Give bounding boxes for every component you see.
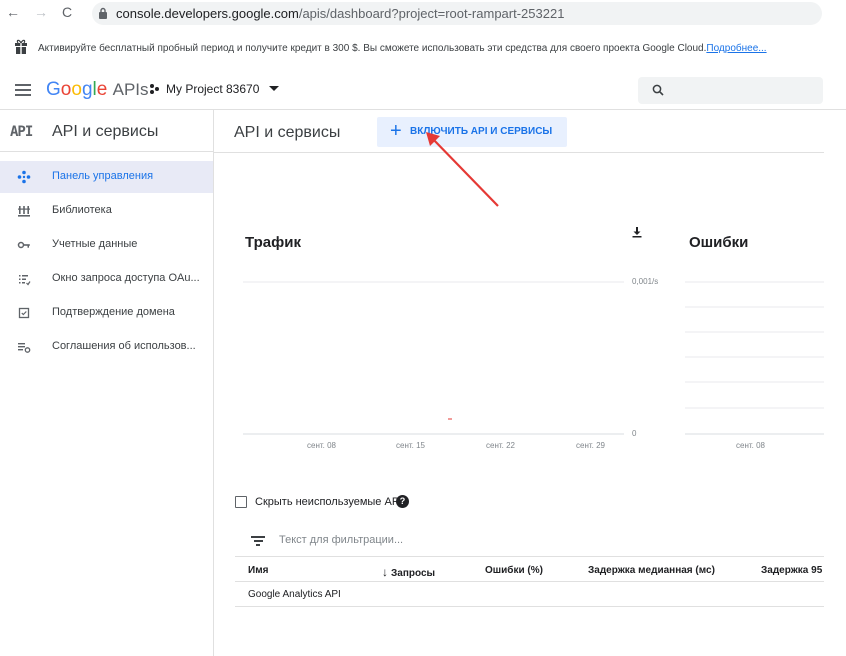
promo-message: Активируйте бесплатный пробный период и … <box>38 43 707 54</box>
app-header: Google APIs My Project 83670 <box>0 70 846 110</box>
sidebar-item-label: Панель управления <box>52 170 154 182</box>
chevron-down-icon <box>268 86 279 91</box>
sidebar-item-credentials[interactable]: Учетные данные <box>0 229 213 261</box>
traffic-x-tick: сент. 29 <box>576 441 606 450</box>
errors-x-tick: сент. 08 <box>736 441 766 450</box>
forward-arrow-icon[interactable]: → <box>32 4 50 20</box>
sidebar-item-label: Подтверждение домена <box>52 306 175 318</box>
filter-input[interactable] <box>279 534 579 546</box>
filter-icon[interactable] <box>251 536 265 546</box>
sidebar-item-label: Окно запроса доступа OAu... <box>52 272 200 284</box>
traffic-y-tick-zero: 0 <box>632 429 637 438</box>
column-header-latency-95[interactable]: Задержка 95 <box>761 565 822 576</box>
settings-list-icon <box>18 343 31 353</box>
gift-icon <box>15 39 27 54</box>
api-badge-icon: API <box>10 124 33 140</box>
sidebar: API API и сервисы Панель управления Библ… <box>0 110 214 656</box>
sidebar-item-label: Соглашения об использов... <box>52 340 196 352</box>
traffic-y-tick-top: 0,001/s <box>632 277 658 286</box>
sidebar-title: API и сервисы <box>52 123 159 140</box>
sidebar-item-domain-verification[interactable]: Подтверждение домена <box>0 297 213 329</box>
column-header-median-latency[interactable]: Задержка медианная (мс) <box>588 565 715 576</box>
promo-learn-more-link[interactable]: Подробнее... <box>706 43 766 54</box>
menu-icon[interactable] <box>15 84 31 96</box>
reload-icon[interactable]: C <box>58 4 76 20</box>
sidebar-item-usage-agreements[interactable]: Соглашения об использов... <box>0 331 213 363</box>
traffic-chart: 0,001/s 0 сент. 08 сент. 15 сент. 22 сен… <box>243 277 658 450</box>
errors-chart: сент. 08 <box>685 281 824 450</box>
api-name-cell[interactable]: Google Analytics API <box>248 589 341 600</box>
url-text: console.developers.google.com/apis/dashb… <box>116 6 564 21</box>
project-name: My Project 83670 <box>166 82 260 96</box>
sidebar-item-library[interactable]: Библиотека <box>0 195 213 227</box>
logo-apis-text: APIs <box>112 80 149 99</box>
search-icon <box>652 84 664 96</box>
project-selector[interactable]: My Project 83670 <box>150 82 279 96</box>
traffic-x-tick: сент. 15 <box>396 441 426 450</box>
key-icon <box>17 241 30 249</box>
arrow-down-icon: ↓ <box>382 565 388 579</box>
sidebar-item-dashboard[interactable]: Панель управления <box>0 161 213 193</box>
divider <box>214 152 824 153</box>
search-input[interactable] <box>638 77 823 104</box>
address-bar[interactable]: console.developers.google.com/apis/dashb… <box>92 2 822 25</box>
consent-icon <box>19 275 31 286</box>
lock-icon <box>99 7 107 19</box>
table-header: Имя ↓ Запросы Ошибки (%) Задержка медианн… <box>235 558 824 582</box>
sidebar-item-label: Библиотека <box>52 204 112 216</box>
table-row[interactable]: Google Analytics API <box>235 583 824 607</box>
traffic-x-tick: сент. 22 <box>486 441 516 450</box>
errors-chart-title: Ошибки <box>689 234 749 251</box>
table-filter-bar <box>235 527 824 557</box>
google-apis-logo[interactable]: Google APIs <box>46 79 149 101</box>
column-header-errors[interactable]: Ошибки (%) <box>485 565 543 576</box>
url-path: /apis/dashboard?project=root-rampart-253… <box>298 6 565 21</box>
hide-unused-label[interactable]: Скрыть неиспользуемые API <box>255 496 402 508</box>
sidebar-header: API API и сервисы <box>0 110 214 152</box>
browser-toolbar: ← → C console.developers.google.com/apis… <box>0 0 846 28</box>
column-header-requests-label: Запросы <box>391 568 436 579</box>
help-icon[interactable]: ? <box>396 495 409 508</box>
page-title: API и сервисы <box>234 124 341 141</box>
download-icon[interactable] <box>631 226 643 238</box>
back-arrow-icon[interactable]: ← <box>4 4 22 20</box>
url-host: console.developers.google.com <box>116 6 299 21</box>
hide-unused-checkbox[interactable] <box>235 496 247 508</box>
dashboard-icon <box>17 170 31 184</box>
column-header-requests[interactable]: ↓ Запросы <box>382 565 435 579</box>
sidebar-item-oauth-consent[interactable]: Окно запроса доступа OAu... <box>0 263 213 295</box>
plus-icon: + <box>390 120 402 142</box>
traffic-x-tick: сент. 08 <box>307 441 337 450</box>
annotation-arrow <box>426 132 499 207</box>
column-header-name[interactable]: Имя <box>248 565 268 576</box>
project-dots-icon <box>150 84 160 94</box>
library-icon <box>18 206 30 217</box>
sidebar-item-label: Учетные данные <box>52 238 138 250</box>
checkbox-icon <box>18 307 30 319</box>
promo-banner: Активируйте бесплатный пробный период и … <box>0 36 846 64</box>
promo-text: Активируйте бесплатный пробный период и … <box>38 43 767 54</box>
traffic-chart-title: Трафик <box>245 234 301 251</box>
